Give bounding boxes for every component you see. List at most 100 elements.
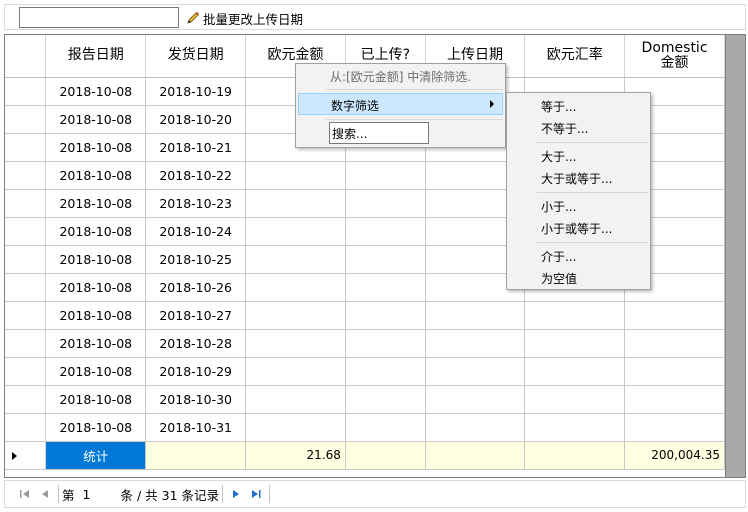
next-page-button[interactable]: [226, 484, 246, 504]
uploaded-cell[interactable]: [345, 301, 426, 330]
ship-date-cell[interactable]: 2018-10-19: [145, 77, 247, 106]
row-header[interactable]: [5, 273, 47, 302]
uploaded-cell[interactable]: [345, 217, 426, 246]
eur-amount-cell[interactable]: [245, 273, 346, 302]
filter-between-item[interactable]: 介于...: [541, 248, 576, 265]
uploaded-cell[interactable]: [345, 189, 426, 218]
report-date-cell[interactable]: 2018-10-08: [45, 105, 147, 134]
ship-date-cell[interactable]: 2018-10-26: [145, 273, 247, 302]
column-header-ship-date[interactable]: 发货日期: [145, 35, 247, 78]
uploaded-cell[interactable]: [345, 161, 426, 190]
ship-date-cell[interactable]: 2018-10-20: [145, 105, 247, 134]
upload-date-cell[interactable]: [425, 413, 526, 442]
uploaded-cell[interactable]: [345, 329, 426, 358]
table-row[interactable]: 2018-10-08 2018-10-29: [5, 357, 725, 386]
summary-label-cell[interactable]: 统计: [45, 441, 147, 470]
ship-date-cell[interactable]: 2018-10-30: [145, 385, 247, 414]
row-header[interactable]: [5, 105, 47, 134]
report-date-cell[interactable]: 2018-10-08: [45, 245, 147, 274]
vertical-scrollbar[interactable]: [726, 34, 746, 478]
filter-less-item[interactable]: 小于...: [541, 198, 576, 215]
upload-date-cell[interactable]: [425, 329, 526, 358]
upload-date-cell[interactable]: [425, 357, 526, 386]
row-header[interactable]: [5, 189, 47, 218]
ship-date-cell[interactable]: 2018-10-28: [145, 329, 247, 358]
eur-rate-cell[interactable]: [524, 301, 626, 330]
first-page-button[interactable]: [15, 484, 35, 504]
row-header[interactable]: [5, 413, 47, 442]
uploaded-cell[interactable]: [345, 357, 426, 386]
row-header[interactable]: [5, 385, 47, 414]
clear-filter-menu-item[interactable]: 从:[欧元金额] 中清除筛选.: [330, 68, 471, 85]
eur-rate-cell[interactable]: [524, 329, 626, 358]
row-header[interactable]: [5, 329, 47, 358]
report-date-cell[interactable]: 2018-10-08: [45, 77, 147, 106]
eur-rate-cell[interactable]: [524, 413, 626, 442]
filter-not-equals-item[interactable]: 不等于...: [541, 120, 588, 137]
report-date-cell[interactable]: 2018-10-08: [45, 217, 147, 246]
filter-equals-item[interactable]: 等于...: [541, 98, 576, 115]
column-header-domestic-amount[interactable]: Domestic 金额: [624, 35, 725, 78]
filter-less-equal-item[interactable]: 小于或等于...: [541, 220, 612, 237]
domestic-amount-cell[interactable]: [624, 329, 725, 358]
batch-update-upload-date-button[interactable]: 批量更改上传日期: [185, 8, 303, 28]
row-header-corner[interactable]: [5, 35, 47, 78]
eur-amount-cell[interactable]: [245, 245, 346, 274]
uploaded-cell[interactable]: [345, 273, 426, 302]
ship-date-cell[interactable]: 2018-10-29: [145, 357, 247, 386]
eur-amount-cell[interactable]: [245, 357, 346, 386]
report-date-cell[interactable]: 2018-10-08: [45, 357, 147, 386]
filter-greater-item[interactable]: 大于...: [541, 148, 576, 165]
ship-date-cell[interactable]: 2018-10-27: [145, 301, 247, 330]
eur-amount-cell[interactable]: [245, 301, 346, 330]
report-date-cell[interactable]: 2018-10-08: [45, 301, 147, 330]
last-page-button[interactable]: [246, 484, 266, 504]
ship-date-cell[interactable]: 2018-10-24: [145, 217, 247, 246]
report-date-cell[interactable]: 2018-10-08: [45, 413, 147, 442]
row-header[interactable]: [5, 161, 47, 190]
eur-amount-cell[interactable]: [245, 161, 346, 190]
table-row[interactable]: 2018-10-08 2018-10-30: [5, 385, 725, 414]
eur-rate-cell[interactable]: [524, 385, 626, 414]
report-date-cell[interactable]: 2018-10-08: [45, 273, 147, 302]
ship-date-cell[interactable]: 2018-10-21: [145, 133, 247, 162]
row-header[interactable]: [5, 301, 47, 330]
summary-row-header[interactable]: [5, 441, 47, 470]
report-date-cell[interactable]: 2018-10-08: [45, 385, 147, 414]
report-date-cell[interactable]: 2018-10-08: [45, 189, 147, 218]
column-header-eur-rate[interactable]: 欧元汇率: [524, 35, 626, 78]
domestic-amount-cell[interactable]: [624, 357, 725, 386]
ship-date-cell[interactable]: 2018-10-23: [145, 189, 247, 218]
table-row[interactable]: 2018-10-08 2018-10-28: [5, 329, 725, 358]
ship-date-cell[interactable]: 2018-10-25: [145, 245, 247, 274]
ship-date-cell[interactable]: 2018-10-22: [145, 161, 247, 190]
table-row[interactable]: 2018-10-08 2018-10-27: [5, 301, 725, 330]
row-header[interactable]: [5, 133, 47, 162]
eur-amount-cell[interactable]: [245, 329, 346, 358]
report-date-cell[interactable]: 2018-10-08: [45, 329, 147, 358]
ship-date-cell[interactable]: 2018-10-31: [145, 413, 247, 442]
report-date-cell[interactable]: 2018-10-08: [45, 133, 147, 162]
eur-amount-cell[interactable]: [245, 189, 346, 218]
filter-greater-equal-item[interactable]: 大于或等于...: [541, 170, 612, 187]
previous-page-button[interactable]: [35, 484, 55, 504]
row-header[interactable]: [5, 77, 47, 106]
filter-is-null-item[interactable]: 为空值: [541, 270, 577, 287]
upload-date-cell[interactable]: [425, 385, 526, 414]
eur-amount-cell[interactable]: [245, 385, 346, 414]
report-date-cell[interactable]: 2018-10-08: [45, 161, 147, 190]
eur-amount-cell[interactable]: [245, 217, 346, 246]
row-header[interactable]: [5, 357, 47, 386]
domestic-amount-cell[interactable]: [624, 385, 725, 414]
upload-date-input[interactable]: [19, 7, 179, 28]
upload-date-cell[interactable]: [425, 301, 526, 330]
uploaded-cell[interactable]: [345, 245, 426, 274]
domestic-amount-cell[interactable]: [624, 413, 725, 442]
table-row[interactable]: 2018-10-08 2018-10-31: [5, 413, 725, 442]
eur-amount-cell[interactable]: [245, 413, 346, 442]
uploaded-cell[interactable]: [345, 413, 426, 442]
column-header-report-date[interactable]: 报告日期: [45, 35, 147, 78]
uploaded-cell[interactable]: [345, 385, 426, 414]
row-header[interactable]: [5, 217, 47, 246]
domestic-amount-cell[interactable]: [624, 301, 725, 330]
